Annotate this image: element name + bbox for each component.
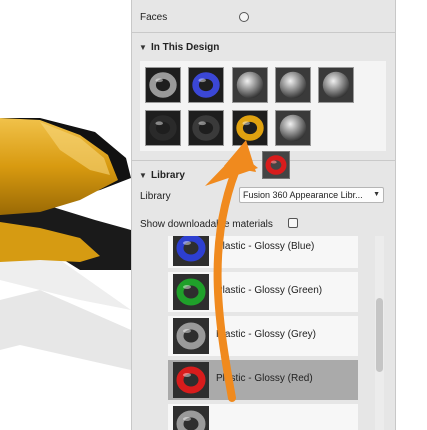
design-swatch[interactable] [188, 67, 224, 103]
material-thumbnail [173, 236, 209, 266]
material-name: Plastic - Glossy (Blue) [216, 241, 315, 252]
design-swatch[interactable] [232, 67, 268, 103]
design-swatch[interactable] [275, 67, 311, 103]
material-list-item[interactable]: Plastic - Glossy (Blue) [168, 236, 358, 268]
library-header[interactable]: Library [151, 170, 185, 181]
material-list-item[interactable]: Plastic - Glossy (Red) [168, 360, 358, 400]
dragged-swatch[interactable] [262, 151, 290, 179]
faces-label: Faces [140, 12, 168, 23]
design-swatch[interactable] [318, 67, 354, 103]
design-swatch[interactable] [188, 110, 224, 146]
material-thumbnail [173, 274, 209, 310]
material-thumbnail [173, 362, 209, 398]
faces-radio[interactable] [239, 12, 249, 22]
library-select[interactable]: Fusion 360 Appearance Libr... ▼ [239, 187, 384, 203]
material-list-item[interactable]: Plastic - Glossy (Grey) [168, 316, 358, 356]
material-thumbnail [173, 318, 209, 354]
material-name: Plastic - Glossy (Red) [216, 373, 313, 384]
material-list: Plastic - Glossy (Blue) Plastic - Glossy… [168, 236, 368, 430]
divider [131, 32, 396, 33]
show-downloadable-checkbox[interactable] [288, 218, 298, 228]
library-label: Library [140, 191, 171, 202]
material-thumbnail [173, 406, 209, 430]
design-swatch[interactable] [232, 110, 268, 146]
library-select-value: Fusion 360 Appearance Libr... [243, 190, 363, 200]
material-list-item[interactable]: Plastic - Glossy (Green) [168, 272, 358, 312]
material-name: Plastic - Glossy (Grey) [216, 329, 317, 340]
canvas-viewport[interactable] [0, 0, 131, 430]
triangle-down-icon[interactable]: ▼ [139, 43, 147, 52]
design-swatch[interactable] [145, 110, 181, 146]
list-scrollbar-thumb[interactable] [376, 298, 383, 372]
design-swatch[interactable] [145, 67, 181, 103]
material-list-item[interactable] [168, 404, 358, 430]
chevron-down-icon: ▼ [373, 191, 380, 198]
material-name: Plastic - Glossy (Green) [216, 285, 323, 296]
design-swatch[interactable] [275, 110, 311, 146]
triangle-down-icon[interactable]: ▼ [139, 171, 147, 180]
model-render [0, 118, 131, 370]
in-this-design-header[interactable]: In This Design [151, 42, 219, 53]
show-downloadable-label: Show downloadable materials [140, 219, 273, 230]
